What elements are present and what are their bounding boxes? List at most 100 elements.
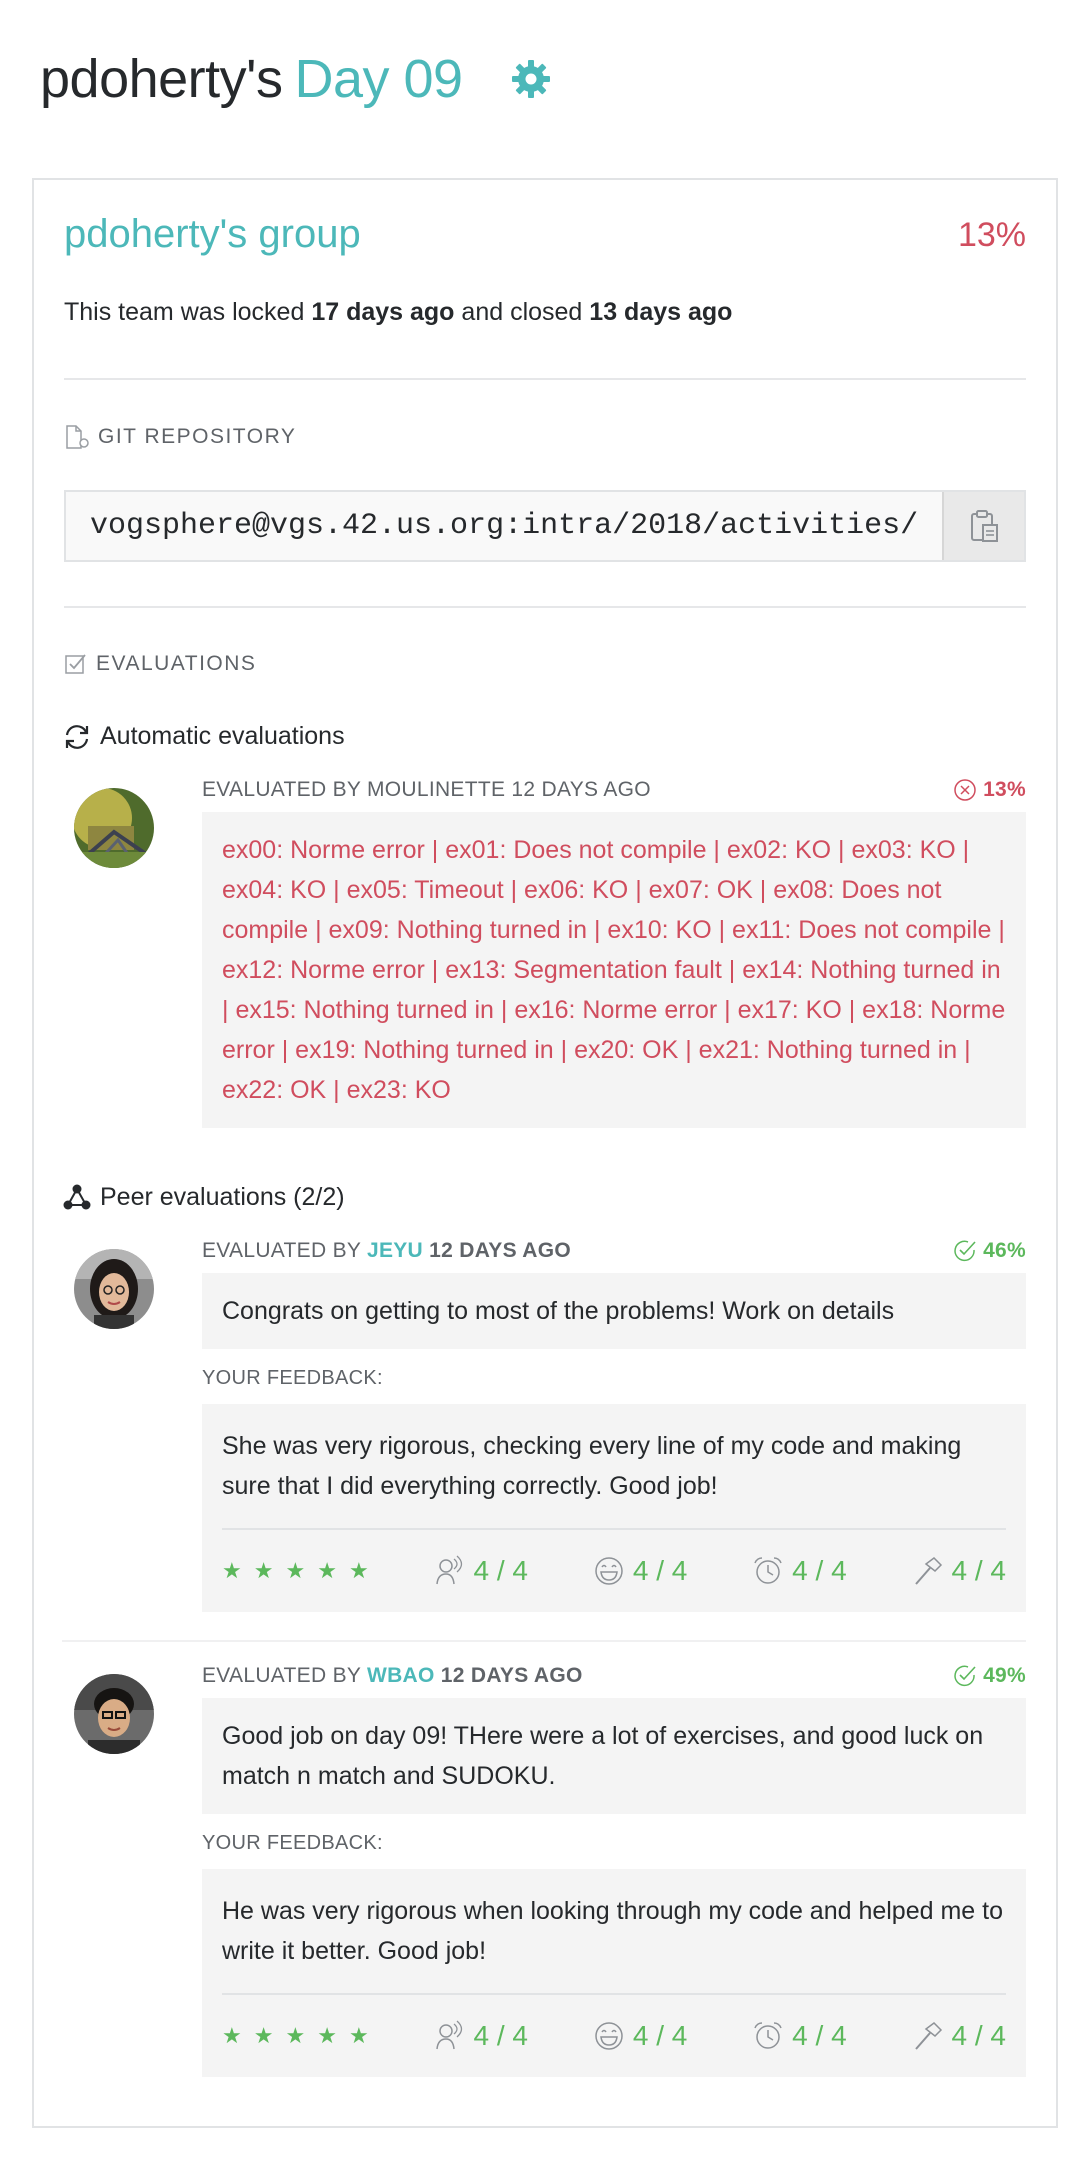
rating-value: 4 / 4 (473, 2020, 528, 2051)
peer-separator (62, 1640, 1026, 1642)
page: pdoherty's Day 09 pdoherty's group 13% T… (0, 0, 1082, 2162)
feedback-text: She was very rigorous, checking every li… (222, 1426, 1006, 1530)
peer-evaluation-meta: EVALUATED BY WBAO 12 DAYS AGO 49% (202, 1664, 1026, 1698)
page-title: pdoherty's Day 09 (40, 48, 463, 110)
repository-heading: GIT REPOSITORY (64, 425, 296, 449)
rating-punctuality: 4 / 4 (752, 1555, 847, 1587)
speaker-icon (435, 2020, 462, 2050)
hammer-icon (914, 1557, 942, 1585)
evaluator-login-link[interactable]: JEYU (367, 1239, 423, 1262)
feedback-box: He was very rigorous when looking throug… (202, 1869, 1026, 2077)
peer-evaluation-meta: EVALUATED BY JEYU 12 DAYS AGO 46% (202, 1239, 1026, 1273)
gear-icon (511, 60, 550, 98)
automatic-evaluation-score: 13% (953, 778, 1026, 802)
automatic-evaluation-meta: EVALUATED BY MOULINETTE 12 DAYS AGO 13% (202, 778, 1026, 812)
automatic-evaluation-result: ex00: Norme error | ex01: Does not compi… (202, 812, 1026, 1128)
rating-nice: 4 / 4 (593, 2020, 687, 2052)
lock-mid: and closed (454, 298, 590, 326)
star-icon: ★ (348, 1558, 369, 1583)
locked-ago: 17 days ago (311, 298, 455, 326)
peer-evaluations-label: Peer evaluations (2/2) (100, 1182, 345, 1211)
page-title-day: Day 09 (294, 49, 463, 109)
evaluation-time: 12 DAYS AGO (423, 1239, 571, 1262)
automatic-evaluations-heading: Automatic evaluations (62, 722, 345, 751)
team-card: pdoherty's group 13% This team was locke… (32, 178, 1058, 2128)
your-feedback-label: YOUR FEEDBACK: (202, 1832, 383, 1854)
share-nodes-icon (63, 1184, 91, 1210)
star-icon: ★ (317, 2023, 337, 2048)
rating-value: 4 / 4 (951, 1555, 1006, 1586)
smile-icon (595, 1557, 623, 1585)
clipboard-icon (971, 510, 998, 542)
peer-evaluation-score: 49% (953, 1664, 1026, 1688)
divider (64, 378, 1026, 380)
evaluations-heading: EVALUATIONS (64, 652, 256, 676)
evaluator-avatar[interactable] (74, 1249, 154, 1329)
lock-prefix: This team was locked (64, 298, 312, 326)
evaluator-login-link[interactable]: WBAO (367, 1664, 435, 1687)
peer-evaluation-score-value: 46% (983, 1239, 1026, 1262)
divider (64, 606, 1026, 608)
peer-evaluation-score: 46% (953, 1239, 1026, 1263)
rating-value: 4 / 4 (951, 2020, 1006, 2051)
feedback-ratings: ★ ★ ★ ★ ★ 4 / 4 4 / 4 4 / 4 4 / 4 (222, 1530, 1006, 1612)
refresh-icon (65, 724, 89, 749)
evaluation-time: 12 DAYS AGO (434, 1664, 583, 1687)
smile-icon (595, 2022, 623, 2050)
file-icon (66, 425, 89, 449)
feedback-box: She was very rigorous, checking every li… (202, 1404, 1026, 1612)
alarm-clock-icon (754, 1557, 782, 1584)
page-title-user: pdoherty's (40, 49, 283, 109)
rating-value: 4 / 4 (632, 2020, 688, 2051)
rating-punctuality: 4 / 4 (752, 2020, 847, 2052)
repository-heading-label: GIT REPOSITORY (98, 425, 297, 448)
rating-interested: 4 / 4 (434, 1555, 528, 1587)
peer-evaluation-score-value: 49% (983, 1664, 1026, 1687)
closed-ago: 13 days ago (589, 298, 733, 326)
repository-url-input[interactable] (66, 492, 942, 560)
evaluator-comment: Congrats on getting to most of the probl… (202, 1273, 1026, 1349)
repository-box (64, 490, 1026, 562)
automatic-evaluations-label: Automatic evaluations (100, 722, 345, 750)
peer-evaluation-body: EVALUATED BY WBAO 12 DAYS AGO 49% Good j… (202, 1664, 1026, 2077)
lock-status: This team was locked 17 days ago and clo… (64, 298, 732, 327)
star-icon: ★ (222, 2023, 242, 2048)
star-icon: ★ (285, 1558, 306, 1583)
automatic-evaluation-by: EVALUATED BY MOULINETTE 12 DAYS AGO (202, 778, 651, 801)
rating-interested: 4 / 4 (434, 2020, 528, 2052)
star-rating: ★ ★ ★ ★ ★ (222, 1558, 369, 1584)
rating-rigor: 4 / 4 (912, 2020, 1006, 2052)
star-rating: ★ ★ ★ ★ ★ (222, 2023, 369, 2049)
checkbox-icon (65, 654, 86, 674)
copy-url-button[interactable] (942, 492, 1024, 560)
star-icon: ★ (348, 2023, 369, 2048)
group-percent: 13% (957, 216, 1026, 254)
group-title: pdoherty's group (64, 212, 361, 256)
feedback-ratings: ★ ★ ★ ★ ★ 4 / 4 4 / 4 4 / 4 4 / 4 (222, 1995, 1006, 2077)
evaluated-by-prefix: EVALUATED BY (202, 1664, 367, 1687)
your-feedback-label: YOUR FEEDBACK: (202, 1367, 383, 1389)
page-header: pdoherty's Day 09 (40, 44, 553, 114)
evaluations-heading-label: EVALUATIONS (96, 652, 257, 675)
star-icon: ★ (317, 1558, 337, 1583)
evaluated-by-prefix: EVALUATED BY (202, 1239, 367, 1262)
rating-nice: 4 / 4 (593, 1555, 687, 1587)
star-icon: ★ (253, 2023, 274, 2048)
peer-evaluation-body: EVALUATED BY JEYU 12 DAYS AGO 46% Congra… (202, 1239, 1026, 1612)
alarm-clock-icon (754, 2022, 782, 2049)
feedback-text: He was very rigorous when looking throug… (222, 1891, 1006, 1995)
settings-button[interactable] (509, 57, 553, 101)
rating-value: 4 / 4 (792, 1555, 847, 1586)
evaluator-avatar[interactable] (74, 1674, 154, 1754)
moulinette-avatar (74, 788, 154, 868)
automatic-evaluation-score-value: 13% (983, 778, 1026, 801)
check-circle-icon (954, 1240, 976, 1262)
speaker-icon (435, 1555, 462, 1585)
hammer-icon (914, 2022, 942, 2050)
rating-value: 4 / 4 (632, 1555, 688, 1586)
star-icon: ★ (285, 2023, 306, 2048)
rating-value: 4 / 4 (473, 1555, 528, 1586)
star-icon: ★ (222, 1558, 242, 1583)
rating-value: 4 / 4 (792, 2020, 847, 2051)
rating-rigor: 4 / 4 (912, 1555, 1006, 1587)
